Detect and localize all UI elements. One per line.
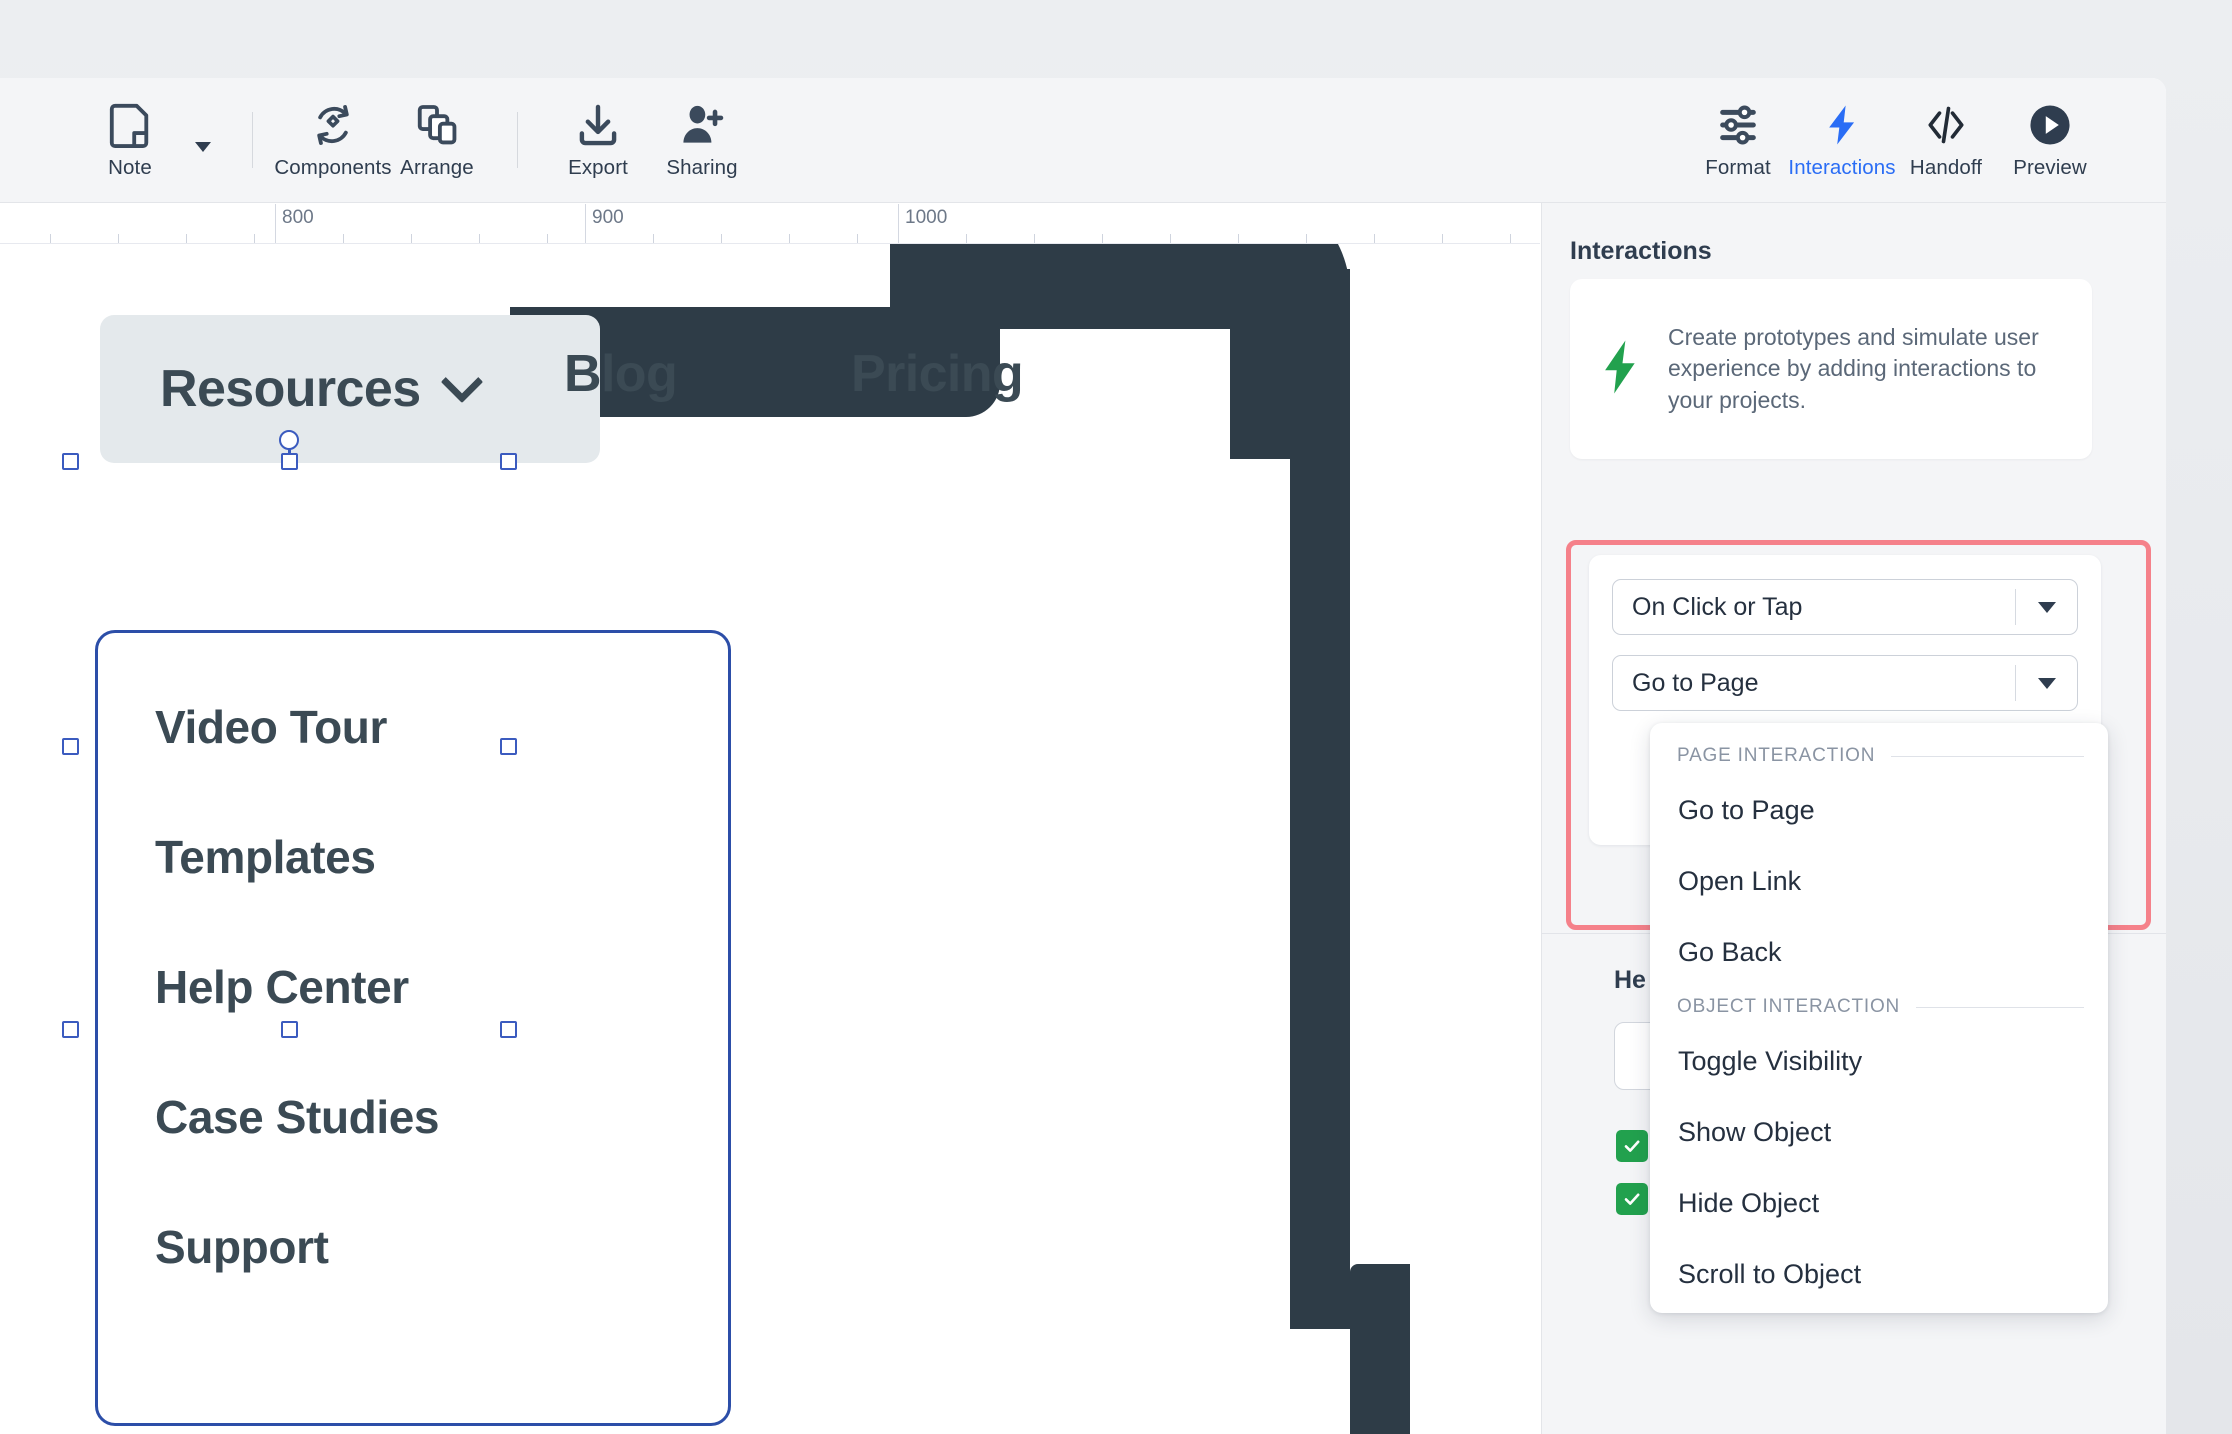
toolbar-label-note: Note xyxy=(108,155,152,179)
list-item[interactable]: Help Center xyxy=(155,960,731,1014)
artwork-right-step xyxy=(1350,1264,1410,1434)
ruler-label-1000: 1000 xyxy=(905,207,948,228)
editor-window: Note Components Arrange Export Sharing F… xyxy=(0,78,2166,1434)
chevron-down-icon xyxy=(195,142,211,152)
menu-group-label: OBJECT INTERACTION xyxy=(1677,996,1901,1017)
chevron-down-icon xyxy=(2015,589,2077,625)
app-window: Note Components Arrange Export Sharing F… xyxy=(0,0,2232,1434)
toolbar-button-sharing[interactable]: Sharing xyxy=(650,94,754,186)
action-select-value: Go to Page xyxy=(1632,668,1759,697)
toolbar-label-interactions: Interactions xyxy=(1788,155,1896,179)
design-canvas[interactable]: Resources Blog Pricing Video Tour Templa… xyxy=(0,244,1540,1434)
panel-section-two-title: He xyxy=(1614,966,1646,994)
interactions-info-card: Create prototypes and simulate user expe… xyxy=(1570,279,2092,459)
checkbox-two[interactable] xyxy=(1616,1183,1648,1215)
selection-handle-w[interactable] xyxy=(62,738,79,755)
menu-group-rule xyxy=(1891,755,2084,757)
arrange-icon xyxy=(414,101,460,149)
menu-group-page-interaction: PAGE INTERACTION xyxy=(1650,737,2108,775)
play-icon xyxy=(2027,101,2073,149)
toolbar-right-group: Format Interactions Handoff Preview xyxy=(1686,94,2166,186)
toolbar-button-export[interactable]: Export xyxy=(546,94,650,186)
chevron-down-icon xyxy=(2015,665,2077,701)
toolbar-button-arrange[interactable]: Arrange xyxy=(385,94,489,186)
toolbar-label-preview: Preview xyxy=(2013,155,2087,179)
canvas-resources-button[interactable]: Resources xyxy=(100,315,600,463)
menu-group-label: PAGE INTERACTION xyxy=(1677,745,1876,766)
toolbar-button-note[interactable]: Note xyxy=(78,94,182,186)
toolbar-left-group: Note Components Arrange Export Sharing xyxy=(0,94,754,186)
sliders-icon xyxy=(1715,101,1761,149)
trigger-select-value: On Click or Tap xyxy=(1632,592,1803,621)
menu-item-show-object[interactable]: Show Object xyxy=(1650,1097,2108,1168)
list-item[interactable]: Video Tour xyxy=(155,700,731,754)
toolbar-label-components: Components xyxy=(274,155,392,179)
toolbar-divider-2 xyxy=(517,112,518,168)
toolbar-label-arrange: Arrange xyxy=(400,155,474,179)
page-title: Interactions xyxy=(1570,237,1712,265)
menu-item-hide-object[interactable]: Hide Object xyxy=(1650,1168,2108,1239)
toolbar-button-format[interactable]: Format xyxy=(1686,94,1790,186)
menu-item-go-back[interactable]: Go Back xyxy=(1650,917,2108,988)
toolbar-button-components[interactable]: Components xyxy=(274,94,392,186)
note-dropdown-caret[interactable] xyxy=(182,94,224,186)
selection-handle-e[interactable] xyxy=(500,738,517,755)
canvas-nav-blog[interactable]: Blog xyxy=(564,344,678,404)
main-toolbar: Note Components Arrange Export Sharing F… xyxy=(0,78,2166,203)
ruler-label-900: 900 xyxy=(592,207,624,228)
note-icon xyxy=(107,101,153,149)
action-select[interactable]: Go to Page xyxy=(1612,655,2078,711)
toolbar-button-handoff[interactable]: Handoff xyxy=(1894,94,1998,186)
menu-group-object-interaction: OBJECT INTERACTION xyxy=(1650,988,2108,1026)
interactions-info-text: Create prototypes and simulate user expe… xyxy=(1668,324,2039,413)
menu-item-scroll-to-object[interactable]: Scroll to Object xyxy=(1650,1239,2108,1310)
selection-handle-n[interactable] xyxy=(281,453,298,470)
bolt-icon xyxy=(1594,336,1646,403)
chevron-down-icon xyxy=(440,360,483,404)
resources-label: Resources xyxy=(160,360,421,418)
checkbox-one[interactable] xyxy=(1616,1130,1648,1162)
toolbar-label-export: Export xyxy=(568,155,628,179)
list-item[interactable]: Support xyxy=(155,1220,731,1274)
list-item[interactable]: Templates xyxy=(155,830,731,884)
toolbar-button-interactions[interactable]: Interactions xyxy=(1788,94,1896,186)
components-icon xyxy=(310,101,356,149)
toolbar-label-sharing: Sharing xyxy=(666,155,738,179)
sharing-icon xyxy=(679,101,725,149)
menu-item-toggle-visibility[interactable]: Toggle Visibility xyxy=(1650,1026,2108,1097)
selection-handle-sw[interactable] xyxy=(62,1021,79,1038)
rotation-handle[interactable] xyxy=(279,430,299,450)
code-icon xyxy=(1923,101,1969,149)
selection-handle-s[interactable] xyxy=(281,1021,298,1038)
action-dropdown-menu[interactable]: PAGE INTERACTION Go to Page Open Link Go… xyxy=(1650,723,2108,1313)
list-item[interactable]: Case Studies xyxy=(155,1090,731,1144)
selection-handle-nw[interactable] xyxy=(62,453,79,470)
toolbar-label-format: Format xyxy=(1705,155,1771,179)
horizontal-ruler[interactable]: 800 900 1000 xyxy=(0,203,1540,244)
artwork-right-rail-curve xyxy=(1230,269,1350,459)
selection-handle-ne[interactable] xyxy=(500,453,517,470)
menu-group-rule xyxy=(1916,1006,2084,1008)
ruler-label-800: 800 xyxy=(282,207,314,228)
canvas-nav-pricing[interactable]: Pricing xyxy=(851,344,1024,404)
bolt-icon xyxy=(1819,101,1865,149)
selection-handle-se[interactable] xyxy=(500,1021,517,1038)
menu-item-open-link[interactable]: Open Link xyxy=(1650,846,2108,917)
toolbar-divider xyxy=(252,112,253,168)
menu-item-go-to-page[interactable]: Go to Page xyxy=(1650,775,2108,846)
canvas-dropdown-items: Video Tour Templates Help Center Case St… xyxy=(95,630,731,1426)
toolbar-button-preview[interactable]: Preview xyxy=(1998,94,2102,186)
export-icon xyxy=(575,101,621,149)
trigger-select[interactable]: On Click or Tap xyxy=(1612,579,2078,635)
toolbar-label-handoff: Handoff xyxy=(1909,155,1983,179)
